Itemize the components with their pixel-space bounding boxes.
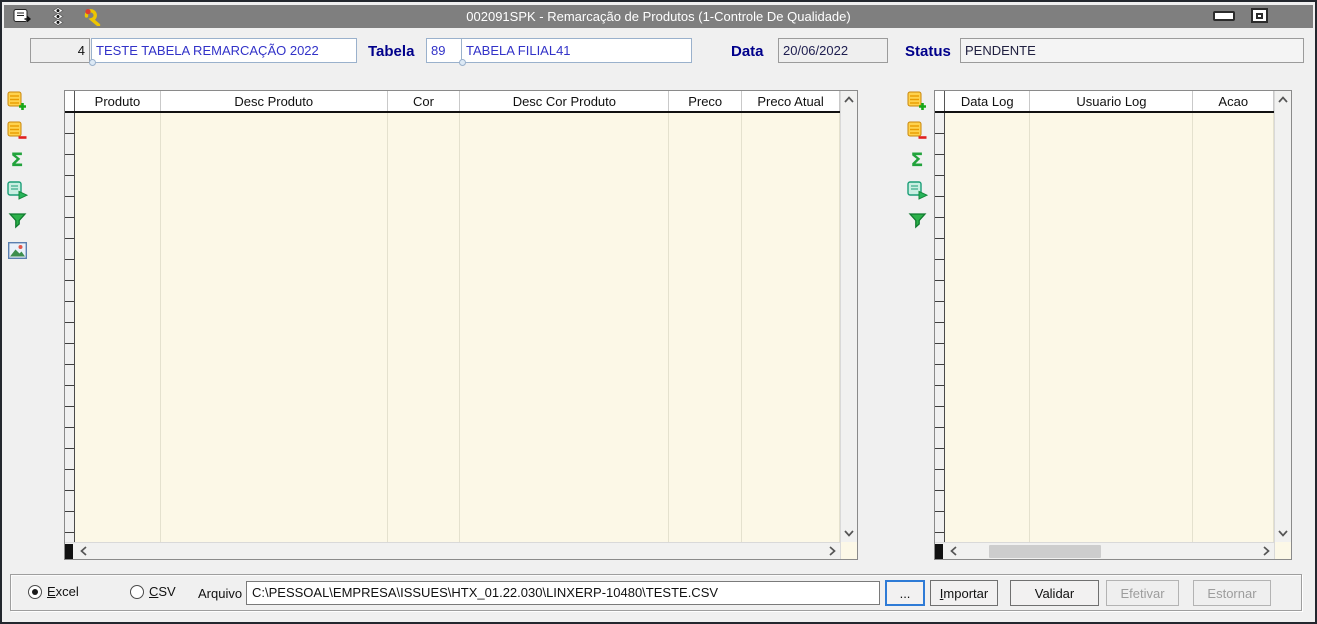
scroll-down-icon[interactable] (841, 525, 857, 542)
file-path-input[interactable]: C:\PESSOAL\EMPRESA\ISSUES\HTX_01.22.030\… (246, 581, 880, 605)
minimize-button[interactable] (1213, 10, 1235, 21)
browse-button[interactable]: ... (885, 580, 925, 606)
products-grid-body[interactable] (65, 113, 840, 542)
tabela-label: Tabela (368, 43, 415, 60)
data-label: Data (731, 43, 764, 60)
row-selector-header (65, 91, 75, 111)
scroll-down-icon[interactable] (1275, 525, 1291, 542)
radio-csv-label: CSV (149, 584, 176, 599)
maximize-button[interactable] (1251, 8, 1268, 23)
radio-csv[interactable]: CSV (130, 584, 176, 599)
filter-icon[interactable] (906, 210, 928, 231)
log-horizontal-scrollbar[interactable] (935, 542, 1274, 559)
arquivo-label: Arquivo (198, 586, 243, 601)
scrollbar-corner (1275, 542, 1291, 559)
radio-excel-label: Excel (47, 584, 79, 599)
window-controls (1213, 8, 1268, 23)
row-selector-column (935, 113, 945, 542)
column-header-acao[interactable]: Acao (1193, 91, 1275, 111)
image-icon[interactable] (6, 240, 28, 261)
window-title: 002091SPK - Remarcação de Produtos (1-Co… (466, 9, 851, 24)
table-name-field[interactable]: TESTE TABELA REMARCAÇÃO 2022 (89, 38, 357, 66)
column-header-usuario-log[interactable]: Usuario Log (1030, 91, 1194, 111)
filter-icon[interactable] (6, 210, 28, 231)
scrollbar-thumb[interactable] (989, 544, 1101, 558)
column-header-preco[interactable]: Preco (669, 91, 743, 111)
scroll-left-icon[interactable] (75, 543, 91, 560)
title-bar[interactable]: 002091SPK - Remarcação de Produtos (1-Co… (4, 5, 1313, 28)
status-label: Status (905, 43, 951, 60)
log-grid-header: Data Log Usuario Log Acao (935, 91, 1275, 113)
scroll-up-icon[interactable] (841, 91, 857, 108)
log-grid[interactable]: Data Log Usuario Log Acao (934, 90, 1292, 560)
column-header-data-log[interactable]: Data Log (945, 91, 1031, 111)
column-header-cor[interactable]: Cor (388, 91, 461, 111)
efetivar-button: Efetivar (1106, 580, 1179, 606)
products-vertical-scrollbar[interactable] (841, 91, 857, 542)
scroll-right-icon[interactable] (1258, 543, 1274, 560)
products-horizontal-scrollbar[interactable] (65, 542, 840, 559)
row-selector-header (935, 91, 945, 111)
log-vertical-scrollbar[interactable] (1275, 91, 1291, 542)
status-field: PENDENTE (960, 38, 1304, 63)
scrollbar-corner (841, 542, 857, 559)
row-selector-column (65, 113, 75, 542)
sum-icon[interactable]: Σ (6, 150, 28, 171)
data-field: 20/06/2022 (778, 38, 888, 63)
tabela-desc-field[interactable]: TABELA FILIAL41 (459, 38, 692, 66)
column-header-desc-cor-produto[interactable]: Desc Cor Produto (460, 91, 670, 111)
import-panel: Excel CSV Arquivo C:\PESSOAL\EMPRESA\ISS… (10, 574, 1302, 611)
add-row-icon[interactable] (6, 90, 28, 111)
delete-row-icon[interactable] (6, 120, 28, 141)
radio-excel-dot[interactable] (28, 584, 42, 599)
column-header-preco-atual[interactable]: Preco Atual (742, 91, 840, 111)
products-grid[interactable]: Produto Desc Produto Cor Desc Cor Produt… (64, 90, 858, 560)
tabela-code-field[interactable]: 89 (426, 38, 462, 63)
scroll-origin-mark (65, 543, 73, 559)
app-window: 002091SPK - Remarcação de Produtos (1-Co… (0, 0, 1317, 624)
products-grid-header: Produto Desc Produto Cor Desc Cor Produt… (65, 91, 840, 113)
header-fields: 4 TESTE TABELA REMARCAÇÃO 2022 Tabela 89… (2, 38, 1315, 72)
column-header-desc-produto[interactable]: Desc Produto (161, 91, 388, 111)
scroll-origin-mark (935, 543, 943, 559)
validar-button[interactable]: Validar (1010, 580, 1099, 606)
estornar-button: Estornar (1193, 580, 1271, 606)
products-toolbar: Σ (5, 90, 29, 261)
importar-button[interactable]: Importar (930, 580, 998, 606)
radio-csv-dot[interactable] (130, 584, 144, 599)
export-grid-icon[interactable] (906, 180, 928, 201)
log-toolbar: Σ (905, 90, 929, 231)
add-row-icon[interactable] (906, 90, 928, 111)
delete-row-icon[interactable] (906, 120, 928, 141)
scroll-right-icon[interactable] (824, 543, 840, 560)
scroll-left-icon[interactable] (945, 543, 961, 560)
export-grid-icon[interactable] (6, 180, 28, 201)
scroll-up-icon[interactable] (1275, 91, 1291, 108)
sum-icon[interactable]: Σ (906, 150, 928, 171)
radio-excel[interactable]: Excel (28, 584, 79, 599)
log-grid-body[interactable] (935, 113, 1275, 542)
table-id-field: 4 (30, 38, 90, 63)
column-header-produto[interactable]: Produto (75, 91, 161, 111)
